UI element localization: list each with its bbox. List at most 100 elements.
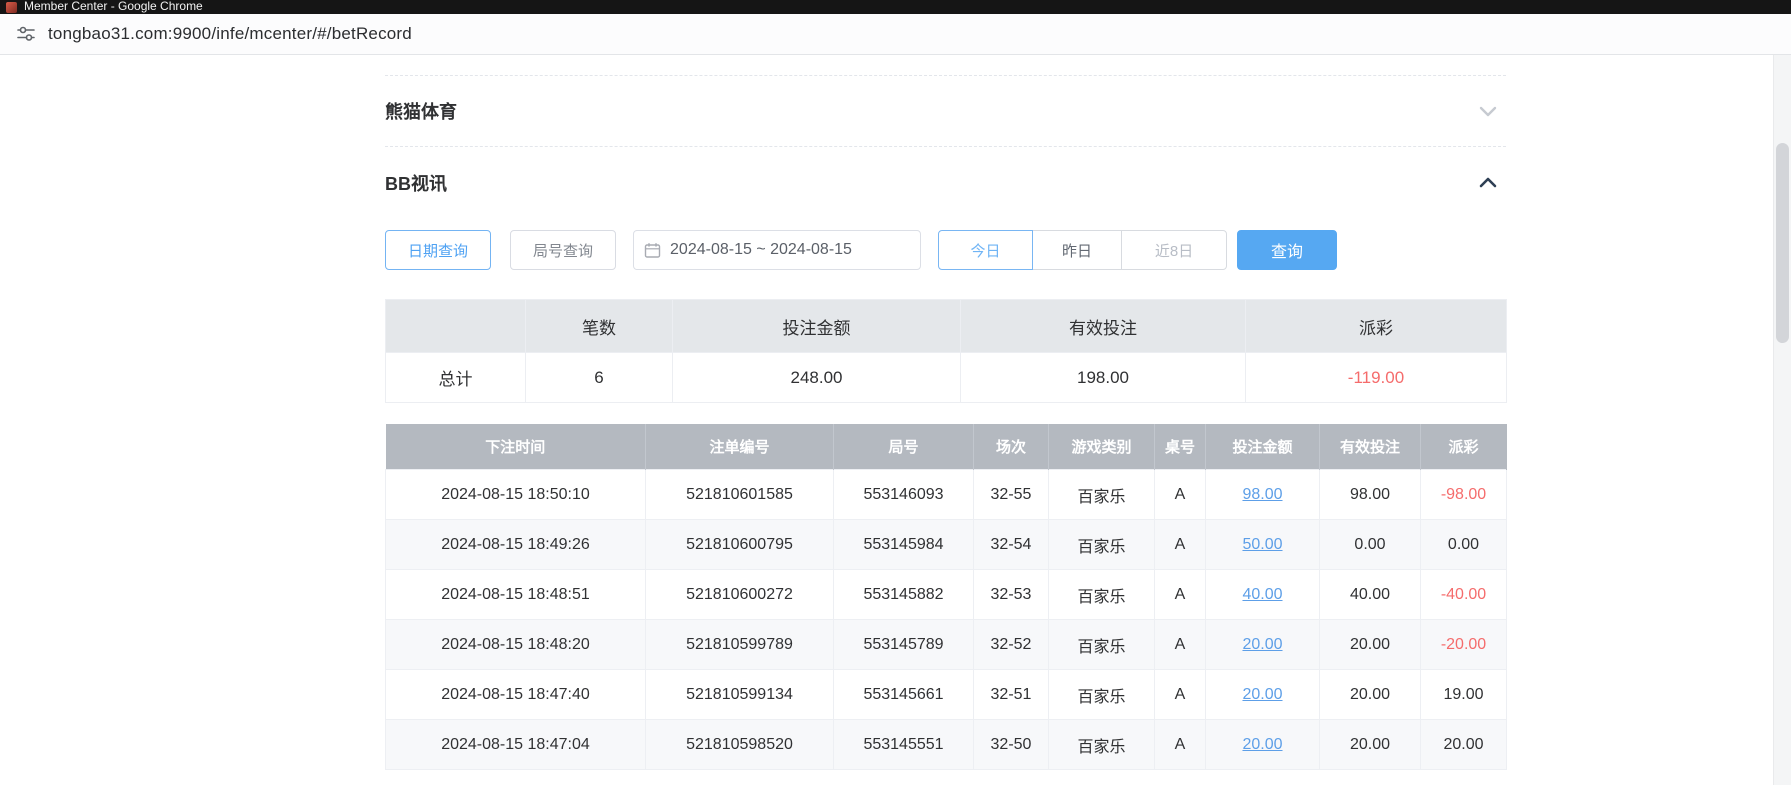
session-cell: 32-51 (974, 670, 1049, 720)
date-query-tab-button[interactable]: 日期查询 (385, 230, 491, 270)
summary-table: 笔数 投注金额 有效投注 派彩 总计 6 248.00 198.00 -119.… (385, 299, 1507, 403)
table-row: 2024-08-15 18:48:51521810600272553145882… (386, 570, 1507, 620)
round-id-cell: 553146093 (834, 470, 974, 520)
summary-header-payout: 派彩 (1246, 300, 1507, 353)
table-no-cell: A (1155, 670, 1206, 720)
scrollbar-thumb[interactable] (1776, 143, 1789, 343)
section-title: 熊猫体育 (385, 98, 457, 124)
bet-amount-link[interactable]: 20.00 (1242, 736, 1282, 753)
last-8-days-label: 近8日 (1155, 240, 1193, 261)
table-row: 2024-08-15 18:47:40521810599134553145661… (386, 670, 1507, 720)
date-range-value: 2024-08-15 ~ 2024-08-15 (670, 241, 852, 259)
bet-amount-cell: 40.00 (1206, 570, 1320, 620)
game-type-cell: 百家乐 (1049, 520, 1155, 570)
filter-toolbar: 日期查询 局号查询 2024-08-15 ~ 2024-08-15 今日 (385, 230, 1506, 270)
address-bar[interactable]: tongbao31.com:9900/infe/mcenter/#/betRec… (0, 14, 1791, 55)
bet-id-cell: 521810599789 (646, 620, 834, 670)
session-cell: 32-50 (974, 720, 1049, 770)
bet-amount-link[interactable]: 40.00 (1242, 586, 1282, 603)
table-no-cell: A (1155, 620, 1206, 670)
col-header-session: 场次 (974, 424, 1049, 470)
window-titlebar[interactable]: Member Center - Google Chrome (0, 0, 1791, 14)
col-header-bet-id: 注单编号 (646, 424, 834, 470)
yesterday-button[interactable]: 昨日 (1032, 230, 1122, 270)
date-range-input[interactable]: 2024-08-15 ~ 2024-08-15 (633, 230, 921, 270)
url-text[interactable]: tongbao31.com:9900/infe/mcenter/#/betRec… (48, 24, 412, 44)
game-type-cell: 百家乐 (1049, 570, 1155, 620)
round-id-cell: 553145551 (834, 720, 974, 770)
table-no-cell: A (1155, 520, 1206, 570)
round-id-cell: 553145882 (834, 570, 974, 620)
summary-count-value: 6 (526, 353, 673, 403)
bet-time-cell: 2024-08-15 18:50:10 (386, 470, 646, 520)
game-type-cell: 百家乐 (1049, 720, 1155, 770)
chevron-down-icon (1476, 99, 1500, 123)
bet-id-cell: 521810598520 (646, 720, 834, 770)
bet-amount-link[interactable]: 20.00 (1242, 686, 1282, 703)
section-title: BB视讯 (385, 170, 447, 196)
today-button[interactable]: 今日 (938, 230, 1033, 270)
bet-time-cell: 2024-08-15 18:48:51 (386, 570, 646, 620)
bet-time-cell: 2024-08-15 18:49:26 (386, 520, 646, 570)
payout-cell: -40.00 (1421, 570, 1507, 620)
valid-bet-cell: 20.00 (1320, 670, 1421, 720)
col-header-game-type: 游戏类别 (1049, 424, 1155, 470)
bet-table-body: 2024-08-15 18:50:10521810601585553146093… (386, 470, 1507, 770)
payout-cell: 0.00 (1421, 520, 1507, 570)
chevron-up-icon (1476, 171, 1500, 195)
last-8-days-button[interactable]: 近8日 (1121, 230, 1227, 270)
round-id-cell: 553145789 (834, 620, 974, 670)
bet-amount-cell: 20.00 (1206, 670, 1320, 720)
session-cell: 32-52 (974, 620, 1049, 670)
summary-header-row: 笔数 投注金额 有效投注 派彩 (386, 300, 1507, 353)
round-query-tab-button[interactable]: 局号查询 (510, 230, 616, 270)
bet-id-cell: 521810599134 (646, 670, 834, 720)
bet-id-cell: 521810600795 (646, 520, 834, 570)
round-id-cell: 553145661 (834, 670, 974, 720)
bet-record-page: 熊猫体育 BB视讯 日期查询 局号查询 (385, 55, 1506, 785)
summary-header-count: 笔数 (526, 300, 673, 353)
col-header-valid-bet: 有效投注 (1320, 424, 1421, 470)
session-cell: 32-55 (974, 470, 1049, 520)
section-panda-sports[interactable]: 熊猫体育 (385, 76, 1506, 146)
col-header-bet-amount: 投注金额 (1206, 424, 1320, 470)
table-no-cell: A (1155, 720, 1206, 770)
session-cell: 32-54 (974, 520, 1049, 570)
search-button[interactable]: 查询 (1237, 230, 1337, 270)
bet-amount-link[interactable]: 98.00 (1242, 486, 1282, 503)
bet-time-cell: 2024-08-15 18:47:04 (386, 720, 646, 770)
bet-amount-link[interactable]: 50.00 (1242, 536, 1282, 553)
table-row: 2024-08-15 18:49:26521810600795553145984… (386, 520, 1507, 570)
game-type-cell: 百家乐 (1049, 470, 1155, 520)
valid-bet-cell: 20.00 (1320, 720, 1421, 770)
bet-record-table: 下注时间 注单编号 局号 场次 游戏类别 桌号 投注金额 有效投注 派彩 202… (385, 424, 1507, 770)
quick-range-button-group: 今日 昨日 近8日 (938, 230, 1227, 270)
table-row: 2024-08-15 18:50:10521810601585553146093… (386, 470, 1507, 520)
bet-amount-cell: 20.00 (1206, 720, 1320, 770)
search-label: 查询 (1271, 238, 1303, 262)
payout-cell: -98.00 (1421, 470, 1507, 520)
vertical-scrollbar[interactable] (1773, 55, 1791, 785)
bet-time-cell: 2024-08-15 18:47:40 (386, 670, 646, 720)
summary-header-blank (386, 300, 526, 353)
summary-total-label: 总计 (386, 353, 526, 403)
valid-bet-cell: 0.00 (1320, 520, 1421, 570)
calendar-icon (644, 242, 661, 259)
bet-amount-link[interactable]: 20.00 (1242, 636, 1282, 653)
payout-cell: 19.00 (1421, 670, 1507, 720)
section-bb-video[interactable]: BB视讯 (385, 147, 1506, 219)
valid-bet-cell: 20.00 (1320, 620, 1421, 670)
round-query-label: 局号查询 (533, 240, 593, 261)
today-label: 今日 (971, 240, 1001, 261)
date-query-label: 日期查询 (408, 240, 468, 261)
site-settings-icon[interactable] (16, 24, 36, 44)
valid-bet-cell: 40.00 (1320, 570, 1421, 620)
payout-cell: -20.00 (1421, 620, 1507, 670)
game-type-cell: 百家乐 (1049, 670, 1155, 720)
bet-amount-cell: 20.00 (1206, 620, 1320, 670)
col-header-payout: 派彩 (1421, 424, 1507, 470)
bet-amount-cell: 50.00 (1206, 520, 1320, 570)
summary-valid-bet-value: 198.00 (961, 353, 1246, 403)
payout-cell: 20.00 (1421, 720, 1507, 770)
summary-total-row: 总计 6 248.00 198.00 -119.00 (386, 353, 1507, 403)
